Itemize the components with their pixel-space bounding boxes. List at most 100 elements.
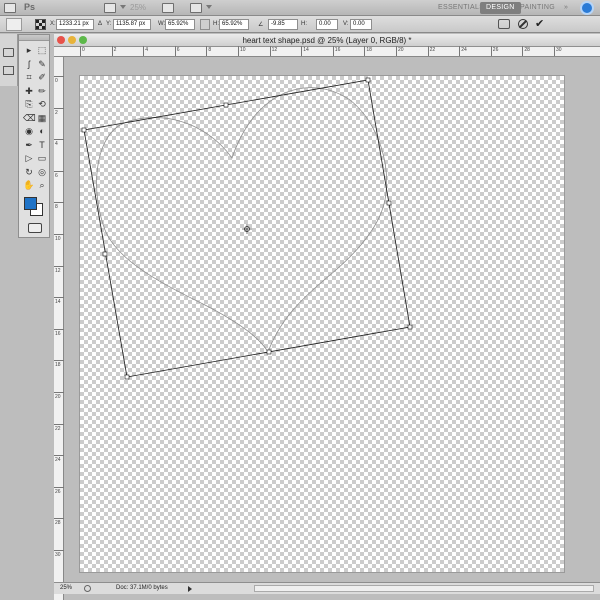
canvas-transparent[interactable] bbox=[80, 76, 564, 572]
eyedropper-tool-icon[interactable]: ✐ bbox=[36, 72, 48, 83]
ruler-tick bbox=[54, 234, 64, 235]
ruler-tick bbox=[332, 46, 334, 56]
clone-stamp-tool-icon[interactable]: ⎘ bbox=[23, 99, 35, 110]
ruler-number: 6 bbox=[176, 47, 180, 53]
layers-panel-icon[interactable] bbox=[3, 48, 14, 57]
brush-tool-icon[interactable]: ✏ bbox=[36, 86, 48, 97]
3d-rotate-tool-icon[interactable]: ↻ bbox=[23, 167, 35, 178]
healing-brush-tool-icon[interactable]: ✚ bbox=[23, 86, 35, 97]
horizontal-ruler[interactable]: 0 2 4 6 8 10 12 14 16 18 20 22 24 26 28 30 bbox=[54, 46, 600, 57]
angle-icon: ∠ bbox=[258, 22, 264, 28]
cancel-transform-icon[interactable] bbox=[518, 19, 528, 29]
type-tool-icon[interactable]: T bbox=[36, 140, 48, 151]
workspace-painting[interactable]: PAINTING bbox=[514, 2, 561, 14]
rotation-field[interactable]: -9.85 bbox=[268, 19, 298, 30]
ruler-tick bbox=[206, 46, 208, 56]
screen-mode-icon[interactable] bbox=[104, 3, 116, 13]
ruler-tick bbox=[301, 46, 303, 56]
ruler-tick bbox=[54, 518, 64, 520]
ruler-number: 10 bbox=[55, 236, 61, 242]
doc-size-info: Doc: 37.1M/0 bytes bbox=[116, 585, 168, 591]
gradient-tool-icon[interactable]: ▦ bbox=[36, 113, 48, 124]
chevron-down-icon[interactable] bbox=[120, 5, 126, 9]
ruler-tick bbox=[54, 202, 64, 204]
quick-select-tool-icon[interactable]: ✎ bbox=[36, 59, 48, 70]
ruler-tick bbox=[54, 455, 64, 457]
ruler-number: 2 bbox=[113, 47, 117, 53]
ruler-tick bbox=[174, 46, 176, 56]
ruler-tick bbox=[54, 107, 64, 109]
ruler-number: 30 bbox=[556, 47, 562, 53]
x-position-field[interactable]: 1233.21 px bbox=[56, 19, 94, 30]
lasso-tool-icon[interactable]: ʃ bbox=[23, 59, 35, 70]
cs-live-icon[interactable] bbox=[580, 1, 594, 15]
vertical-ruler[interactable]: 0 2 4 6 8 10 12 14 16 18 20 22 24 26 28 30 bbox=[54, 57, 64, 600]
hand-tool-icon[interactable] bbox=[162, 3, 174, 13]
ruler-tick bbox=[269, 46, 271, 56]
ruler-number: 18 bbox=[366, 47, 372, 53]
tools-panel-grip[interactable] bbox=[19, 35, 49, 41]
status-menu-arrow-icon[interactable] bbox=[188, 586, 192, 592]
foreground-color-swatch[interactable] bbox=[24, 197, 37, 210]
more-workspaces-icon[interactable]: » bbox=[558, 2, 574, 14]
relative-position-icon[interactable]: Δ bbox=[98, 21, 102, 27]
zoom-icon[interactable] bbox=[79, 36, 87, 44]
ruler-number: 0 bbox=[82, 47, 85, 53]
shape-tool-icon[interactable]: ▭ bbox=[36, 153, 48, 164]
move-tool-icon[interactable]: ▸ bbox=[23, 45, 35, 56]
dodge-tool-icon[interactable]: ◐ bbox=[36, 126, 48, 137]
tools-panel: ▸ ⬚ ʃ ✎ ⌗ ✐ ✚ ✏ ⎘ ⟲ ⌫ ▦ ◉ ◐ ✒ T ▷ ▭ ↻ ◎ ✋ ⌕ bbox=[18, 34, 50, 238]
ruler-tick bbox=[54, 139, 64, 141]
hand-tool-icon[interactable]: ✋ bbox=[23, 180, 35, 191]
minimize-icon[interactable] bbox=[68, 36, 76, 44]
commit-transform-icon[interactable]: ✔ bbox=[535, 17, 544, 30]
arrange-documents-icon[interactable] bbox=[190, 3, 202, 13]
ruler-tick bbox=[364, 46, 366, 56]
ruler-number: 14 bbox=[55, 299, 61, 306]
vertical-skew-field[interactable]: 0.00 bbox=[350, 19, 372, 30]
ruler-number: 26 bbox=[55, 488, 61, 495]
tool-preset-button[interactable] bbox=[6, 18, 22, 31]
application-bar: Ps 25% ESSENTIALS DESIGN PAINTING » bbox=[0, 0, 600, 16]
ruler-number: 22 bbox=[429, 47, 436, 53]
options-bar: X: 1233.21 px Δ Y: 1135.87 px W: 65.92% … bbox=[0, 16, 600, 33]
link-icon[interactable] bbox=[200, 19, 210, 30]
ruler-tick bbox=[54, 76, 64, 77]
blur-tool-icon[interactable]: ◉ bbox=[23, 126, 35, 137]
ruler-tick bbox=[54, 550, 64, 551]
pen-tool-icon[interactable]: ✒ bbox=[23, 140, 35, 151]
x-label: X: bbox=[50, 21, 56, 27]
ruler-tick bbox=[54, 392, 64, 393]
horizontal-scrollbar[interactable] bbox=[254, 585, 594, 592]
crop-tool-icon[interactable]: ⌗ bbox=[23, 72, 35, 83]
height-field[interactable]: 65.92% bbox=[219, 19, 249, 30]
history-brush-tool-icon[interactable]: ⟲ bbox=[36, 99, 48, 110]
transform-panel-icon[interactable] bbox=[3, 66, 14, 75]
marquee-tool-icon[interactable]: ⬚ bbox=[36, 45, 48, 56]
path-select-tool-icon[interactable]: ▷ bbox=[23, 153, 35, 164]
status-icon[interactable] bbox=[84, 585, 91, 592]
collapsed-panels bbox=[0, 34, 18, 86]
ruler-tick bbox=[54, 170, 64, 172]
3d-orbit-tool-icon[interactable]: ◎ bbox=[36, 167, 48, 178]
ruler-tick bbox=[54, 486, 64, 488]
photoshop-window: Ps 25% ESSENTIALS DESIGN PAINTING » X: 1… bbox=[0, 0, 600, 600]
close-icon[interactable] bbox=[57, 36, 65, 44]
zoom-level-menu[interactable]: 25% bbox=[130, 3, 146, 12]
ruler-number: 20 bbox=[55, 394, 61, 400]
zoom-field[interactable]: 25% bbox=[60, 583, 82, 594]
zoom-tool-icon[interactable]: ⌕ bbox=[36, 180, 48, 191]
warp-mode-icon[interactable] bbox=[498, 19, 510, 29]
document-tab[interactable]: heart text shape.psd @ 25% (Layer 0, RGB… bbox=[54, 34, 600, 47]
width-field[interactable]: 65.92% bbox=[165, 19, 195, 30]
horizontal-skew-field[interactable]: 0.00 bbox=[316, 19, 338, 30]
eraser-tool-icon[interactable]: ⌫ bbox=[23, 113, 36, 124]
reference-point-icon[interactable] bbox=[35, 19, 46, 30]
ruler-number: 12 bbox=[271, 47, 278, 53]
y-position-field[interactable]: 1135.87 px bbox=[113, 19, 151, 30]
chevron-down-icon[interactable] bbox=[206, 5, 212, 9]
document-title: heart text shape.psd @ 25% (Layer 0, RGB… bbox=[242, 36, 412, 45]
ruler-number: 22 bbox=[55, 425, 61, 432]
bridge-icon[interactable] bbox=[4, 3, 16, 13]
quick-mask-icon[interactable] bbox=[28, 223, 42, 233]
